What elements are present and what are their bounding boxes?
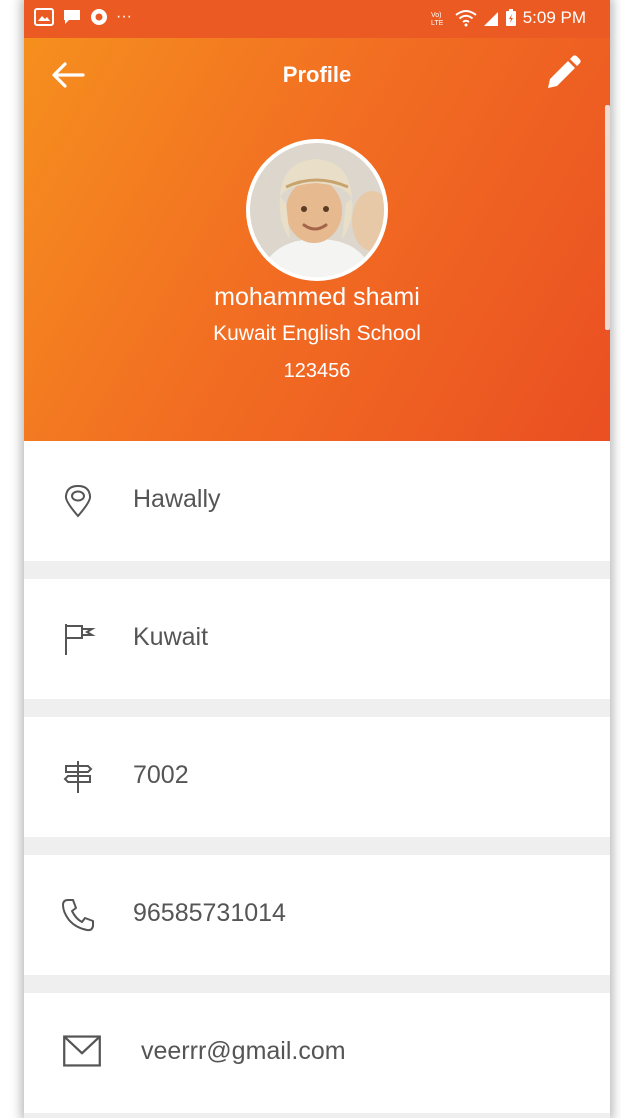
location-pin-icon	[64, 484, 92, 518]
app-bar: Profile	[24, 38, 610, 112]
detail-row-email[interactable]: veerrr@gmail.com	[24, 993, 610, 1113]
profile-name: mohammed shami	[214, 283, 420, 311]
phone-icon	[62, 899, 94, 932]
profile-header: ··· Vo) LTE 5:09 PM Profile mohammed sha…	[24, 0, 610, 441]
detail-row-country[interactable]: Kuwait	[24, 579, 610, 699]
block-number-text: 7002	[133, 761, 189, 789]
country-text: Kuwait	[133, 623, 209, 651]
volte-icon: Vo) LTE	[431, 12, 444, 27]
message-notification-icon	[64, 10, 80, 24]
phone-screen: ··· Vo) LTE 5:09 PM Profile mohammed sha…	[24, 0, 610, 1118]
email-text: veerrr@gmail.com	[141, 1037, 346, 1065]
scroll-indicator	[605, 105, 610, 330]
mail-icon	[63, 1035, 101, 1067]
more-notifications-text: ···	[116, 8, 132, 25]
svg-text:LTE: LTE	[431, 20, 444, 27]
signpost-icon	[63, 761, 93, 793]
status-bar: ··· Vo) LTE 5:09 PM	[24, 0, 610, 38]
profile-school: Kuwait English School	[213, 322, 421, 345]
chrome-notification-icon	[91, 9, 107, 25]
flag-icon	[65, 624, 96, 655]
avatar-photo-icon	[250, 143, 384, 277]
status-time: 5:09 PM	[522, 8, 586, 27]
edit-pencil-icon[interactable]	[542, 54, 582, 94]
profile-avatar	[246, 139, 388, 281]
location-text: Hawally	[133, 485, 221, 513]
detail-row-phone[interactable]: 96585731014	[24, 855, 610, 975]
detail-row-block[interactable]: 7002	[24, 717, 610, 837]
detail-row-location[interactable]: Hawally	[24, 441, 610, 561]
gallery-notification-icon	[34, 8, 54, 26]
svg-text:Vo): Vo)	[431, 12, 442, 19]
signal-icon	[483, 12, 498, 26]
phone-text: 96585731014	[133, 899, 286, 927]
page-title: Profile	[282, 62, 352, 87]
battery-icon	[505, 9, 516, 26]
wifi-icon	[455, 10, 477, 27]
profile-code: 123456	[283, 360, 351, 382]
